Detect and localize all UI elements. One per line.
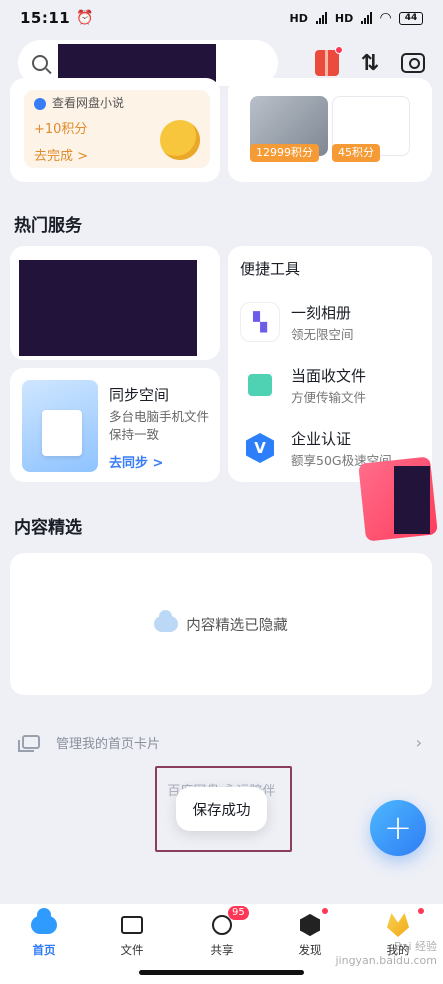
tool-name: 企业认证 (291, 430, 352, 448)
signal-icon-2 (361, 12, 373, 24)
search-icon (32, 55, 48, 71)
folder-icon (121, 916, 143, 934)
tool-name: 当面收文件 (291, 367, 367, 385)
hot-services-title: 热门服务 (14, 216, 82, 236)
featured-title: 内容精选 (14, 518, 82, 538)
watermark: Bai 经验 jingyan.baidu.com (335, 940, 437, 968)
notification-dot (334, 46, 343, 54)
signal-icon-1 (315, 12, 327, 24)
discover-icon (300, 914, 320, 936)
featured-hidden-text: 内容精选已隐藏 (186, 617, 288, 634)
tool-desc: 方便传输文件 (291, 390, 367, 405)
layers-icon (18, 735, 40, 752)
verify-icon: V (240, 428, 280, 468)
chevron-right-icon: › (415, 732, 422, 752)
manage-cards-row[interactable]: 管理我的首页卡片 › (18, 730, 422, 754)
profile-icon (387, 913, 409, 937)
task-points: +10积分 (34, 122, 88, 137)
tab-discover[interactable]: 发现 (280, 908, 340, 958)
tab-home[interactable]: 首页 (14, 908, 74, 958)
share-badge: 95 (228, 906, 249, 920)
receive-file-icon (240, 365, 280, 405)
status-bar: 15:11 ⏰ HD HD ◠ 44 (0, 0, 443, 36)
reward-price-1: 12999积分 (250, 144, 319, 162)
coin-icon (160, 120, 200, 160)
task-title: 查看网盘小说 (34, 94, 124, 111)
camera-icon[interactable] (401, 53, 425, 73)
home-indicator[interactable] (139, 970, 304, 975)
tab-label: 首页 (32, 943, 56, 957)
sync-go-link[interactable]: 去同步 > (109, 452, 163, 471)
notification-dot (418, 908, 424, 914)
tab-label: 发现 (298, 943, 322, 957)
featured-card: 内容精选已隐藏 (10, 553, 432, 695)
sync-title: 同步空间 (109, 386, 170, 404)
task-card[interactable]: 查看网盘小说 +10积分 去完成 > (10, 78, 220, 182)
task-complete-link[interactable]: 去完成 > (34, 145, 88, 164)
cloud-icon (154, 610, 179, 632)
transfer-icon[interactable]: ⇅ (361, 51, 379, 76)
redacted-banner (19, 260, 197, 356)
task-inner: 查看网盘小说 +10积分 去完成 > (24, 90, 210, 168)
alarm-icon: ⏰ (76, 10, 94, 26)
add-button[interactable]: + (370, 800, 426, 856)
quick-tools-card: 便捷工具 ▚ 一刻相册 领无限空间 当面收文件 方便传输文件 V 企业认证 额享… (228, 246, 432, 482)
gift-icon[interactable] (314, 46, 343, 76)
reward-price-2: 45积分 (332, 144, 380, 162)
battery-icon: 44 (399, 11, 423, 25)
tab-label: 文件 (120, 943, 144, 957)
tool-desc: 领无限空间 (291, 327, 354, 342)
signal-label-1: HD (289, 11, 308, 25)
signal-label-2: HD (334, 11, 354, 25)
notification-dot (322, 908, 328, 914)
quick-tools-title: 便捷工具 (240, 260, 301, 278)
watermark-line-1: Bai 经验 (394, 940, 437, 953)
watermark-line-2: jingyan.baidu.com (335, 954, 437, 967)
tool-name: 一刻相册 (291, 304, 352, 322)
highlight-box (155, 766, 292, 852)
tab-label: 共享 (210, 943, 234, 957)
floating-promo[interactable] (358, 456, 438, 542)
tab-files[interactable]: 文件 (102, 910, 162, 958)
reward-card[interactable]: 12999积分 45积分 (228, 78, 432, 182)
sync-desc: 多台电脑手机文件保持一致 (109, 409, 210, 442)
wifi-icon: ◠ (380, 10, 391, 26)
album-icon: ▚ (240, 302, 280, 342)
status-right: HD HD ◠ 44 (290, 10, 423, 26)
status-time: 15:11 (20, 9, 71, 27)
redacted-promo (394, 466, 430, 534)
featured-hidden-message: 内容精选已隐藏 (10, 553, 432, 695)
tool-album[interactable]: ▚ 一刻相册 领无限空间 (240, 300, 430, 344)
service-banner[interactable] (10, 246, 220, 360)
verify-glyph: V (246, 433, 274, 463)
tool-receive-file[interactable]: 当面收文件 方便传输文件 (240, 363, 430, 407)
sync-space-card[interactable]: 同步空间 多台电脑手机文件保持一致 去同步 > (10, 368, 220, 482)
sync-illustration (22, 380, 98, 472)
manage-cards-label: 管理我的首页卡片 (56, 736, 161, 752)
tab-share[interactable]: 95 共享 (192, 906, 252, 958)
top-actions: ⇅ (314, 46, 425, 76)
share-icon (212, 915, 232, 935)
redacted-search-text (58, 44, 216, 82)
home-cloud-icon (31, 908, 57, 934)
